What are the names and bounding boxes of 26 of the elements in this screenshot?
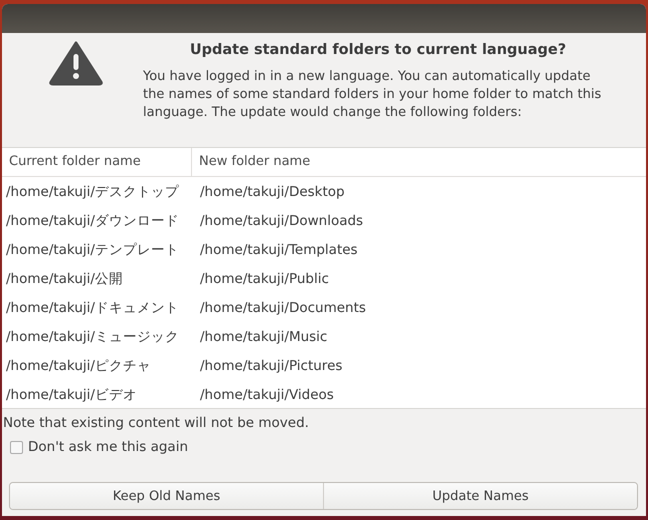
column-header[interactable]: New folder name xyxy=(192,148,646,176)
note-text: Note that existing content will not be moved. xyxy=(3,415,310,431)
table-cell-text: /home/takuji/Documents xyxy=(199,300,367,316)
table-cell-text: /home/takuji/ミュージック xyxy=(5,328,180,346)
table-cell-text: /home/takuji/Videos xyxy=(199,386,335,402)
table-cell-text: /home/takuji/ピクチャ xyxy=(5,356,152,374)
dialog-button[interactable]: Update Names xyxy=(323,483,637,509)
checkbox[interactable] xyxy=(10,440,23,454)
table-cell-text: /home/takuji/Templates xyxy=(199,242,359,258)
table-cell-text: /home/takuji/Downloads xyxy=(199,212,364,228)
dialog-message: You have logged in in a new language. You can automatically update the names of some standard folders in your home folder to match this language. The update would change the following folders: xyxy=(143,68,602,122)
table-cell-text: /home/takuji/テンプレート xyxy=(5,240,180,258)
table-cell-text: /home/takuji/ビデオ xyxy=(5,386,138,404)
warning-icon xyxy=(48,40,104,86)
table-cell-text: /home/takuji/ドキュメント xyxy=(5,298,180,316)
table-cell-text: /home/takuji/公開 xyxy=(5,270,124,288)
column-header[interactable]: Current folder name xyxy=(2,148,192,176)
table-cell-text: /home/takuji/Pictures xyxy=(199,358,344,374)
dialog-title: Update standard folders to current language? xyxy=(188,42,568,58)
table-cell-text: /home/takuji/Music xyxy=(199,328,328,344)
table-cell-text: /home/takuji/Desktop xyxy=(199,184,346,200)
checkbox-label: Don't ask me this again xyxy=(28,439,188,455)
table-cell-text: /home/takuji/ダウンロード xyxy=(5,212,180,230)
table-cell-text: /home/takuji/Public xyxy=(199,270,330,286)
dialog-button[interactable]: Keep Old Names xyxy=(10,483,323,509)
table-cell-text: /home/takuji/デスクトップ xyxy=(5,182,180,200)
